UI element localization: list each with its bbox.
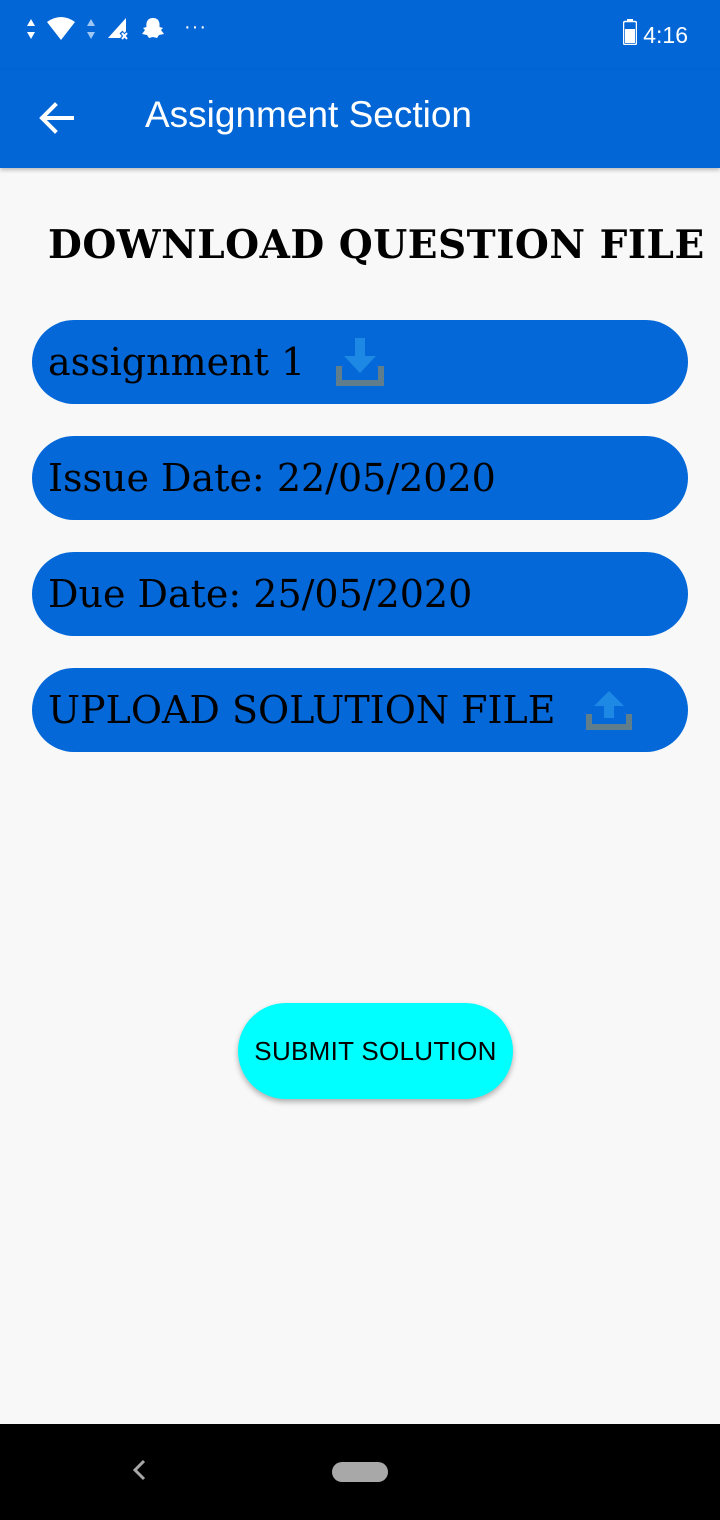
submit-solution-button[interactable]: SUBMIT SOLUTION [238,1003,513,1099]
upload-icon [585,688,632,732]
status-bar: ··· 4:16 [0,0,720,70]
upload-solution-label: UPLOAD SOLUTION FILE [48,688,556,732]
battery-icon [622,19,638,51]
due-date-field: Due Date: 25/05/2020 [32,552,688,636]
back-button[interactable] [30,94,82,146]
download-question-file-button[interactable]: assignment 1 [32,320,688,404]
due-date-text: Due Date: 25/05/2020 [48,572,473,616]
assignment-name: assignment 1 [48,340,306,384]
issue-date-text: Issue Date: 22/05/2020 [48,456,496,500]
signal-off-icon [106,16,130,47]
nav-home-pill[interactable] [332,1462,388,1482]
app-bar: Assignment Section [0,70,720,168]
download-icon [335,336,385,388]
page-title: Assignment Section [145,94,473,135]
arrow-left-icon [38,101,74,139]
data-arrows-icon [26,17,36,46]
data-arrows-icon [86,17,96,46]
chevron-left-icon [131,1458,147,1487]
status-icons-right: 4:16 [622,18,688,52]
nav-back-button[interactable] [124,1454,154,1490]
status-time: 4:16 [643,21,688,48]
wifi-icon [46,16,76,47]
status-icons-left: ··· [26,14,207,48]
upload-solution-file-button[interactable]: UPLOAD SOLUTION FILE [32,668,688,752]
snapchat-icon [140,16,166,47]
more-notifications-indicator: ··· [184,15,207,38]
section-heading: DOWNLOAD QUESTION FILE [48,222,705,268]
issue-date-field: Issue Date: 22/05/2020 [32,436,688,520]
